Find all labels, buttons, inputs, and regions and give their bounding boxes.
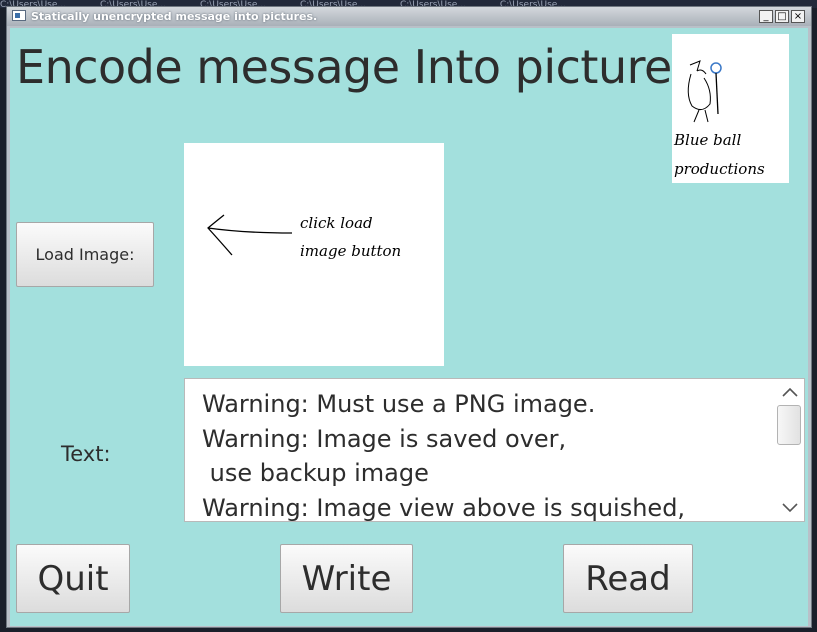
- image-hint: click load image button: [300, 214, 402, 260]
- window-title: Statically unencrypted message into pict…: [31, 10, 318, 23]
- app-window: Statically unencrypted message into pict…: [6, 6, 812, 628]
- textarea-content[interactable]: Warning: Must use a PNG image. Warning: I…: [202, 387, 685, 521]
- read-button[interactable]: Read: [563, 544, 693, 613]
- write-button[interactable]: Write: [280, 544, 413, 613]
- app-window-icon: [12, 10, 26, 21]
- main-panel: Encode message Into picture Blue ball pr…: [10, 28, 808, 626]
- title-bar[interactable]: Statically unencrypted message into pict…: [7, 7, 811, 26]
- chevron-down-icon[interactable]: [781, 501, 799, 515]
- chevron-up-icon[interactable]: [781, 385, 799, 399]
- vertical-scrollbar[interactable]: [776, 379, 804, 521]
- load-image-button[interactable]: Load Image:: [16, 222, 154, 287]
- maximize-button[interactable]: □: [775, 10, 789, 23]
- logo: Blue ball productions: [672, 34, 789, 183]
- scrollbar-thumb[interactable]: [777, 405, 801, 445]
- text-label: Text:: [61, 442, 111, 466]
- message-textarea[interactable]: Warning: Must use a PNG image. Warning: I…: [184, 378, 805, 522]
- quit-button[interactable]: Quit: [16, 544, 130, 613]
- logo-text: Blue ball productions: [674, 131, 765, 178]
- page-title: Encode message Into picture: [16, 40, 672, 94]
- minimize-button[interactable]: _: [759, 10, 773, 23]
- image-view: click load image button: [184, 143, 444, 366]
- close-button[interactable]: ×: [791, 10, 805, 23]
